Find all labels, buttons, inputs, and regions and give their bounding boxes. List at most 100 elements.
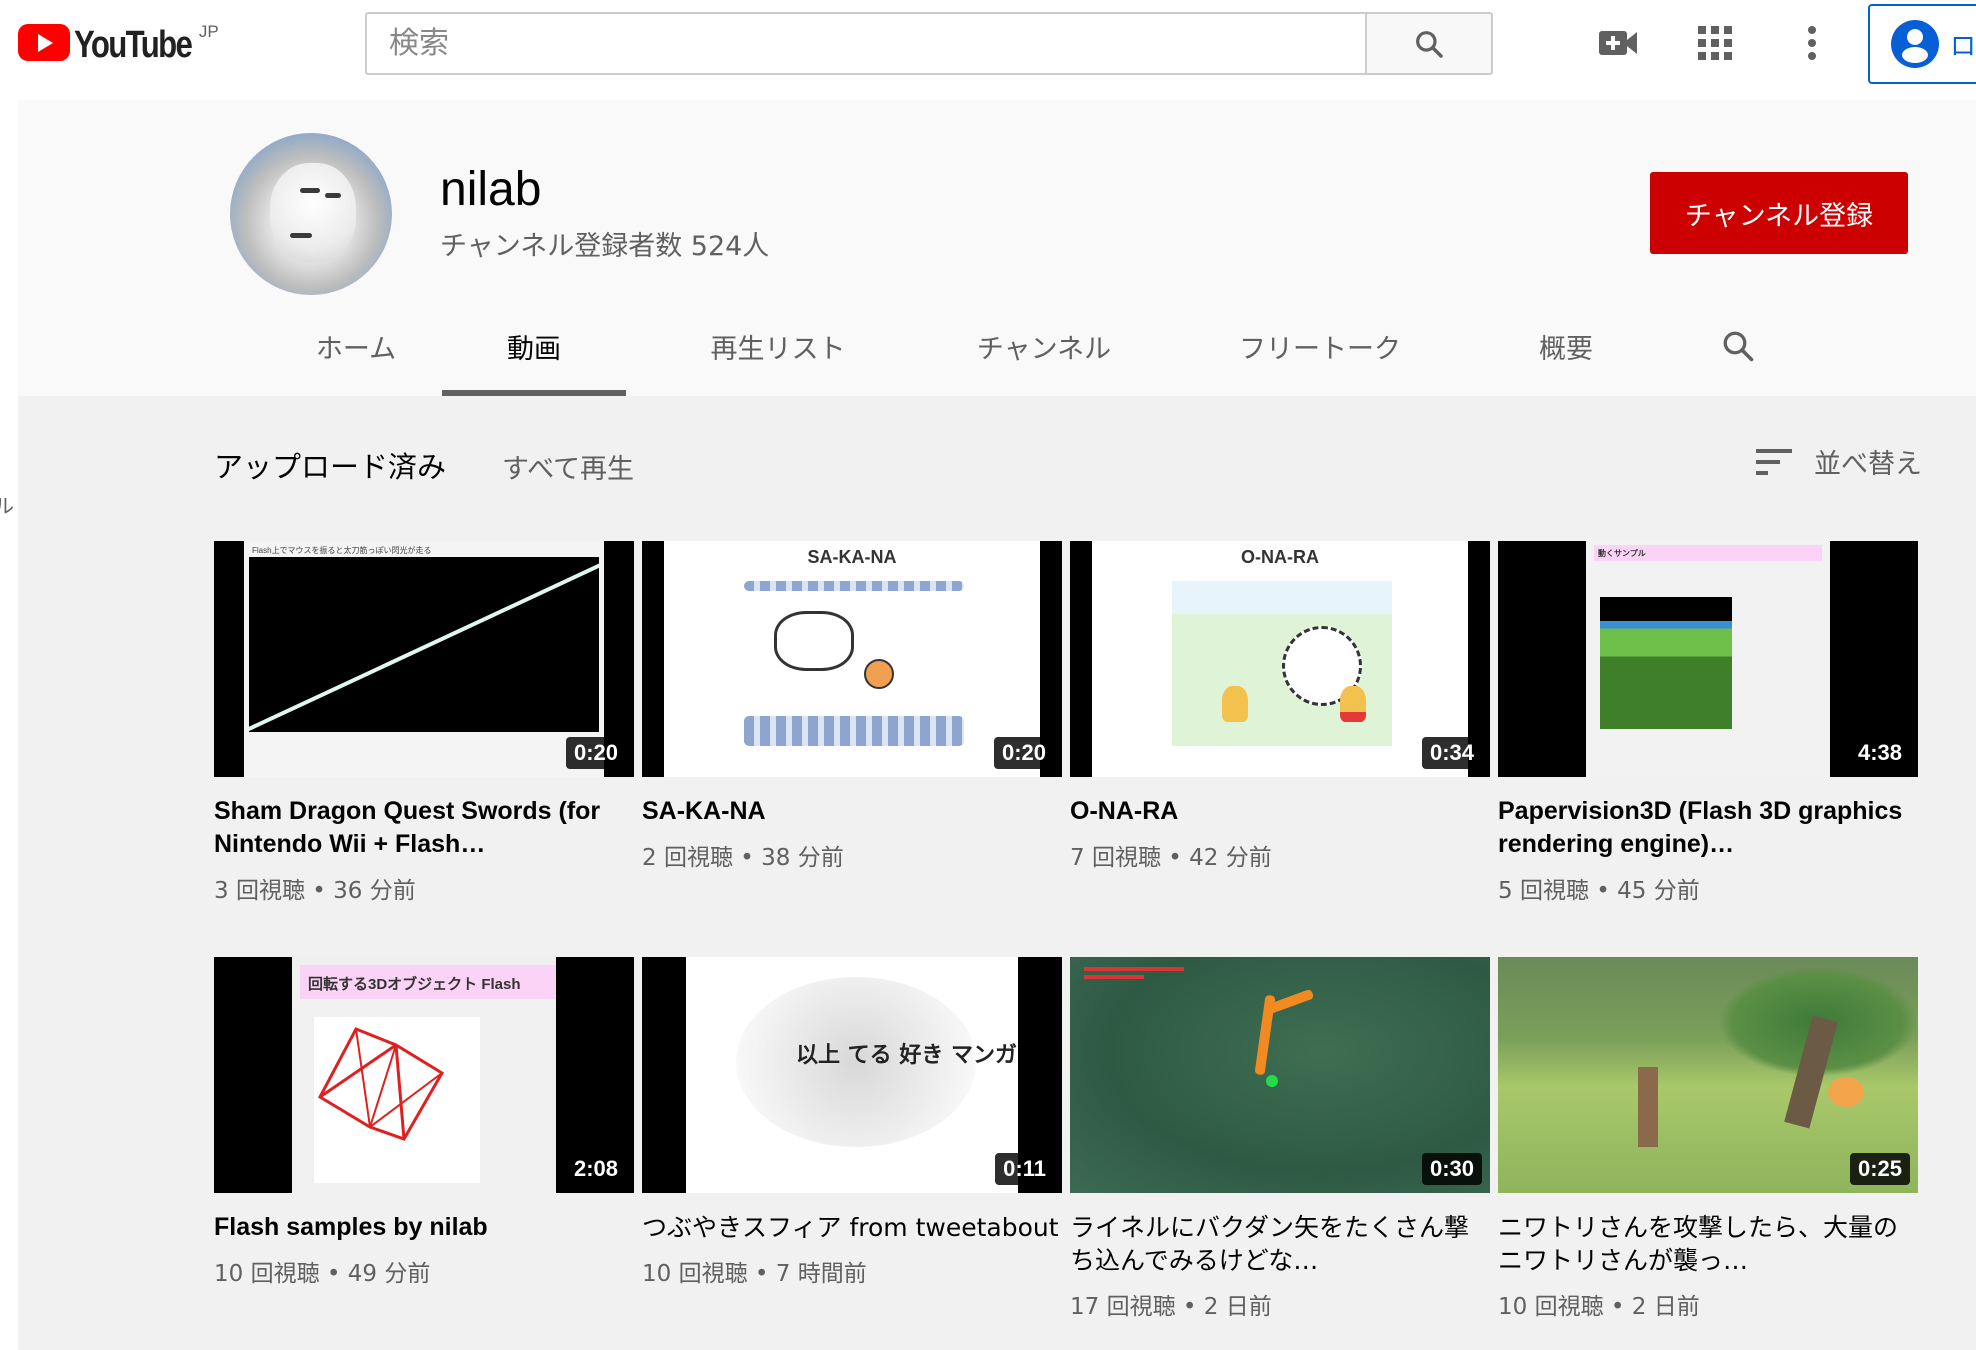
video-title[interactable]: ライネルにバクダン矢をたくさん撃ち込んでみるけどな… [1070,1211,1490,1277]
video-duration: 0:11 [995,1153,1054,1185]
thumb-canvas [314,1017,480,1183]
upload-age: 7 時間前 [775,1261,867,1287]
video-thumbnail[interactable]: 回転する3Dオブジェクト Flash 2:08 [214,957,634,1193]
video-title[interactable]: Sham Dragon Quest Swords (for Nintendo W… [214,795,634,861]
video-meta: 2 回視聴 • 38 分前 [642,838,1062,872]
tab-home[interactable]: ホーム [276,296,436,396]
video-title[interactable]: Papervision3D (Flash 3D graphics renderi… [1498,795,1918,861]
meta-separator: • [1175,1294,1204,1320]
view-count: 10 回視聴 [1498,1294,1604,1320]
video-duration: 4:38 [1857,740,1902,765]
logo-region: JP [198,22,219,41]
tab-about[interactable]: 概要 [1496,296,1636,396]
thumb-hearts [1084,967,1184,971]
thumb-slash-line [249,558,599,732]
video-card: 0:30 ライネルにバクダン矢をたくさん撃ち込んでみるけどな… 17 回視聴 •… [1070,957,1490,1321]
thumb-page: 回転する3Dオブジェクト Flash [292,957,556,1193]
search-input[interactable] [365,12,1365,75]
thumb-caption: O-NA-RA [1241,547,1319,567]
video-duration: 0:25 [1849,1153,1910,1185]
tab-channels[interactable]: チャンネル [944,296,1144,396]
video-title[interactable]: SA-KA-NA [642,795,1062,828]
video-meta: 10 回視聴 • 7 時間前 [642,1254,1062,1288]
thumb-fire [1828,1077,1864,1107]
thumb-dots [744,716,964,746]
sort-button[interactable]: 並べ替え [1756,442,1922,481]
thumb-wireframe [318,1027,445,1141]
video-meta: 17 回視聴 • 2 日前 [1070,1287,1490,1321]
upload-age: 49 分前 [347,1261,431,1287]
channel-search-button[interactable] [1698,296,1778,396]
sidebar-edge-text: ル [0,494,14,518]
avatar-stripe [290,233,312,238]
play-all-link[interactable]: すべて再生 [502,447,634,486]
video-thumbnail[interactable]: Flash上でマウスを振ると太刀筋っぽい閃光が走る 0:20 [214,541,634,777]
upload-age: 36 分前 [333,878,416,904]
meta-separator: • [1588,878,1618,904]
meta-separator: • [732,845,762,871]
thumb-page: O-NA-RA [1092,541,1468,777]
youtube-logo[interactable]: YouTube JP [18,22,219,66]
tab-videos[interactable]: 動画 [442,296,626,396]
thumb-page: Flash上でマウスを振ると太刀筋っぽい閃光が走る [244,541,604,777]
meta-separator: • [319,1261,348,1287]
masthead: YouTube JP ロ [0,0,1976,100]
thumb-page: 動くサンプル [1586,541,1830,777]
meta-separator: • [1603,1294,1632,1320]
video-meta: 10 回視聴 • 49 分前 [214,1254,634,1288]
meta-separator: • [747,1261,776,1287]
thumb-speech-bubble [774,611,854,671]
search-button[interactable] [1365,12,1493,75]
search-icon [1416,30,1443,58]
upload-age: 42 分前 [1189,845,1272,871]
view-count: 2 回視聴 [642,845,733,871]
video-duration: 0:20 [565,737,626,769]
thumb-3d-terrain [1600,597,1732,729]
channel-avatar[interactable] [230,133,392,295]
video-meta: 7 回視聴 • 42 分前 [1070,838,1490,872]
video-card: 動くサンプル 4:38 Papervision3D (Flash 3D grap… [1498,541,1918,905]
sort-icon [1756,448,1792,475]
subscribe-button[interactable]: チャンネル登録 [1650,172,1908,254]
video-card: O-NA-RA 0:34 O-NA-RA 7 回視聴 • 42 分前 [1070,541,1490,872]
logo-text: YouTube [74,24,193,66]
video-title[interactable]: O-NA-RA [1070,795,1490,828]
thumb-dots [744,581,964,591]
video-title[interactable]: つぶやきスフィア from tweetabout [642,1211,1062,1244]
video-thumbnail[interactable]: 0:25 [1498,957,1918,1193]
thumb-fire-trail [1263,988,1315,1016]
apps-grid-icon [1698,26,1732,60]
sign-in-button[interactable]: ロ [1868,4,1976,84]
thumb-page: SA-KA-NA [664,541,1040,777]
upload-age: 38 分前 [761,845,844,871]
more-settings-button[interactable] [1787,18,1837,68]
apps-button[interactable] [1690,18,1740,68]
view-count: 3 回視聴 [214,878,305,904]
video-thumbnail[interactable]: 以上 てる 好き マンガ 0:11 [642,957,1062,1193]
thumb-caption: 動くサンプル [1594,545,1822,561]
channel-name: nilab [440,163,542,216]
avatar-stripe [300,188,320,193]
tab-discussion[interactable]: フリートーク [1210,296,1430,396]
youtube-play-icon [18,24,70,61]
thumb-caption: 回転する3Dオブジェクト Flash [300,965,556,999]
video-duration: 0:34 [1421,737,1482,769]
thumb-caption: 以上 てる 好き マンガ [796,1043,1017,1068]
channel-header: nilab チャンネル登録者数 524人 チャンネル登録 ホーム 動画 再生リス… [18,100,1976,396]
view-count: 10 回視聴 [214,1261,320,1287]
view-count: 7 回視聴 [1070,845,1161,871]
video-title[interactable]: ニワトリさんを攻撃したら、大量のニワトリさんが襲っ… [1498,1211,1918,1277]
video-thumbnail[interactable]: SA-KA-NA 0:20 [642,541,1062,777]
thumb-page: 以上 てる 好き マンガ [686,957,1018,1193]
view-count: 17 回視聴 [1070,1294,1176,1320]
account-circle-icon [1891,20,1939,68]
video-card: 0:25 ニワトリさんを攻撃したら、大量のニワトリさんが襲っ… 10 回視聴 •… [1498,957,1918,1321]
tab-playlists[interactable]: 再生リスト [678,296,878,396]
video-card: 以上 てる 好き マンガ 0:11 つぶやきスフィア from tweetabo… [642,957,1062,1288]
video-thumbnail[interactable]: 動くサンプル 4:38 [1498,541,1918,777]
avatar-tiger-face [270,163,356,263]
video-thumbnail[interactable]: 0:30 [1070,957,1490,1193]
video-title[interactable]: Flash samples by nilab [214,1211,634,1244]
create-video-button[interactable] [1594,18,1644,68]
video-thumbnail[interactable]: O-NA-RA 0:34 [1070,541,1490,777]
